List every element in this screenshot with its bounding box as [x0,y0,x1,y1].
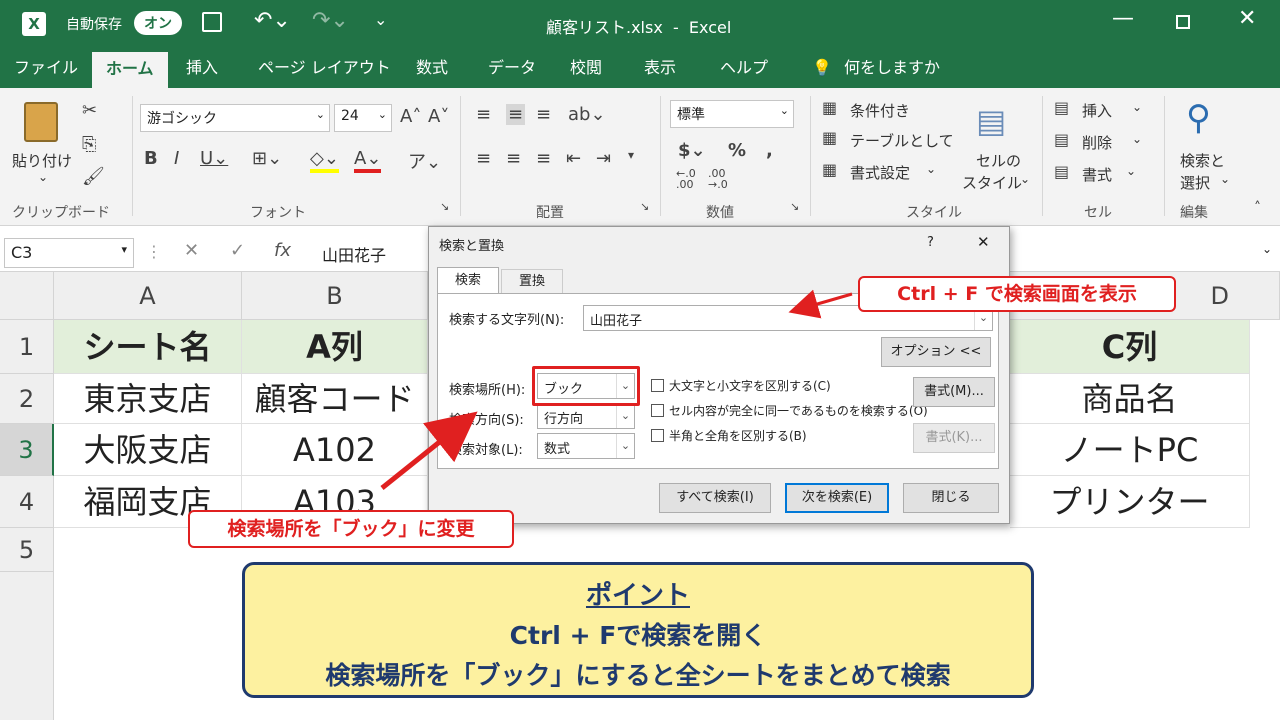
point-box: ポイント Ctrl + Fで検索を開く 検索場所を「ブック」にすると全シートをま… [242,562,1034,698]
callout-ctrl-f: Ctrl + F で検索画面を表示 [858,276,1176,312]
arrow-to-within-select [380,411,478,490]
point-line-1: Ctrl + Fで検索を開く [509,621,767,650]
callout-change-within: 検索場所を「ブック」に変更 [188,510,514,548]
point-line-2: 検索場所を「ブック」にすると全シートをまとめて検索 [325,661,951,690]
arrow-to-find-input [788,289,853,319]
point-title: ポイント [585,581,690,611]
